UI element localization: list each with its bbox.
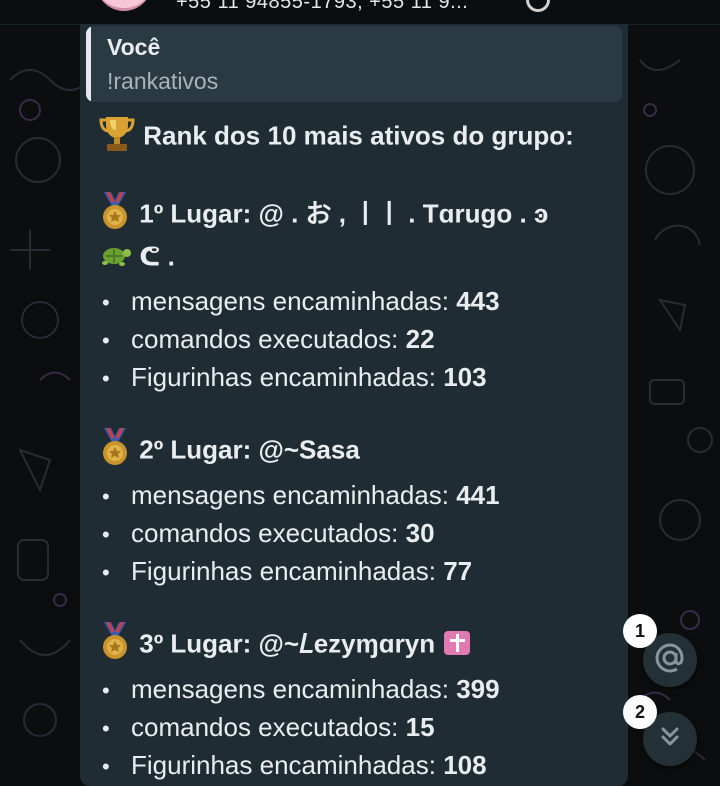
double-chevron-down-icon	[656, 723, 684, 756]
place-1-heading-text[interactable]: 1º Lugar: @ . お , ㅣㅣ . Tɑrugo . ͽ	[139, 198, 548, 228]
place-1-stat-stickers: Figurinhas encaminhadas: 103	[131, 362, 487, 393]
place-1-stat-messages: mensagens encaminhadas: 443	[131, 286, 500, 317]
stat-value: 103	[443, 362, 487, 392]
stat-value: 441	[456, 480, 500, 510]
stat-value: 22	[405, 324, 435, 354]
stat-value: 77	[443, 556, 473, 586]
bullet: •	[102, 290, 110, 315]
stat-value: 30	[405, 518, 435, 548]
stat-label: comandos executados:	[131, 518, 399, 548]
bullet: •	[102, 328, 110, 353]
place-1-stat-commands: comandos executados: 22	[131, 324, 435, 355]
mention-count-badge: 1	[623, 614, 657, 648]
chat-header: +55 11 94855-1793, +55 11 9...	[0, 0, 720, 25]
bullet: •	[102, 754, 110, 779]
at-sign-icon	[653, 641, 687, 680]
bullet: •	[102, 484, 110, 509]
stat-value: 443	[456, 286, 500, 316]
group-members-subtitle[interactable]: +55 11 94855-1793, +55 11 9...	[176, 0, 468, 14]
place-2-heading: 2º Lugar: @~Sasa	[98, 427, 360, 475]
stat-label: comandos executados:	[131, 324, 399, 354]
place-1-heading: 1º Lugar: @ . お , ㅣㅣ . Tɑrugo . ͽ	[98, 191, 548, 239]
trophy-icon	[98, 114, 136, 161]
place-2-heading-text[interactable]: 2º Lugar: @~Sasa	[139, 434, 360, 464]
quote-accent-bar	[86, 26, 91, 102]
stat-value: 108	[443, 750, 487, 780]
bullet: •	[102, 522, 110, 547]
place-1-heading-cont-text: ᕦ .	[139, 241, 175, 272]
bullet: •	[102, 716, 110, 741]
stat-label: comandos executados:	[131, 712, 399, 742]
bullet: •	[102, 678, 110, 703]
bullet: •	[102, 560, 110, 585]
stat-label: Figurinhas encaminhadas:	[131, 362, 436, 392]
rank-title: Rank dos 10 mais ativos do grupo:	[98, 114, 574, 161]
place-3-heading-text[interactable]: 3º Lugar: @~𝐿ezyɱɑryn	[139, 628, 435, 658]
medal-icon	[98, 621, 132, 669]
place-2-stat-commands: comandos executados: 30	[131, 518, 435, 549]
medal-icon	[98, 191, 132, 239]
rank-title-text: Rank dos 10 mais ativos do grupo:	[143, 120, 574, 151]
stat-label: Figurinhas encaminhadas:	[131, 556, 436, 586]
place-2-stat-messages: mensagens encaminhadas: 441	[131, 480, 500, 511]
stat-label: mensagens encaminhadas:	[131, 480, 449, 510]
place-1-heading-cont: ᕦ .	[98, 240, 175, 277]
stat-label: mensagens encaminhadas:	[131, 286, 449, 316]
quote-author: Você	[107, 34, 161, 60]
header-more-icon[interactable]	[526, 0, 550, 12]
place-2-stat-stickers: Figurinhas encaminhadas: 77	[131, 556, 472, 587]
stat-value: 15	[405, 712, 435, 742]
stat-label: Figurinhas encaminhadas:	[131, 750, 436, 780]
stat-value: 399	[456, 674, 500, 704]
place-3-stat-commands: comandos executados: 15	[131, 712, 435, 743]
unread-count-badge: 2	[623, 695, 657, 729]
place-3-stat-stickers: Figurinhas encaminhadas: 108	[131, 750, 487, 781]
group-avatar[interactable]	[96, 0, 152, 11]
turtle-icon	[98, 240, 132, 277]
quote-text: !rankativos	[107, 68, 219, 94]
medal-icon	[98, 427, 132, 475]
bullet: •	[102, 366, 110, 391]
place-3-stat-messages: mensagens encaminhadas: 399	[131, 674, 500, 705]
stat-label: mensagens encaminhadas:	[131, 674, 449, 704]
latin-cross-icon	[444, 631, 471, 656]
place-3-heading: 3º Lugar: @~𝐿ezyɱɑryn	[98, 621, 471, 669]
quoted-message[interactable]: Você !rankativos	[86, 26, 622, 102]
